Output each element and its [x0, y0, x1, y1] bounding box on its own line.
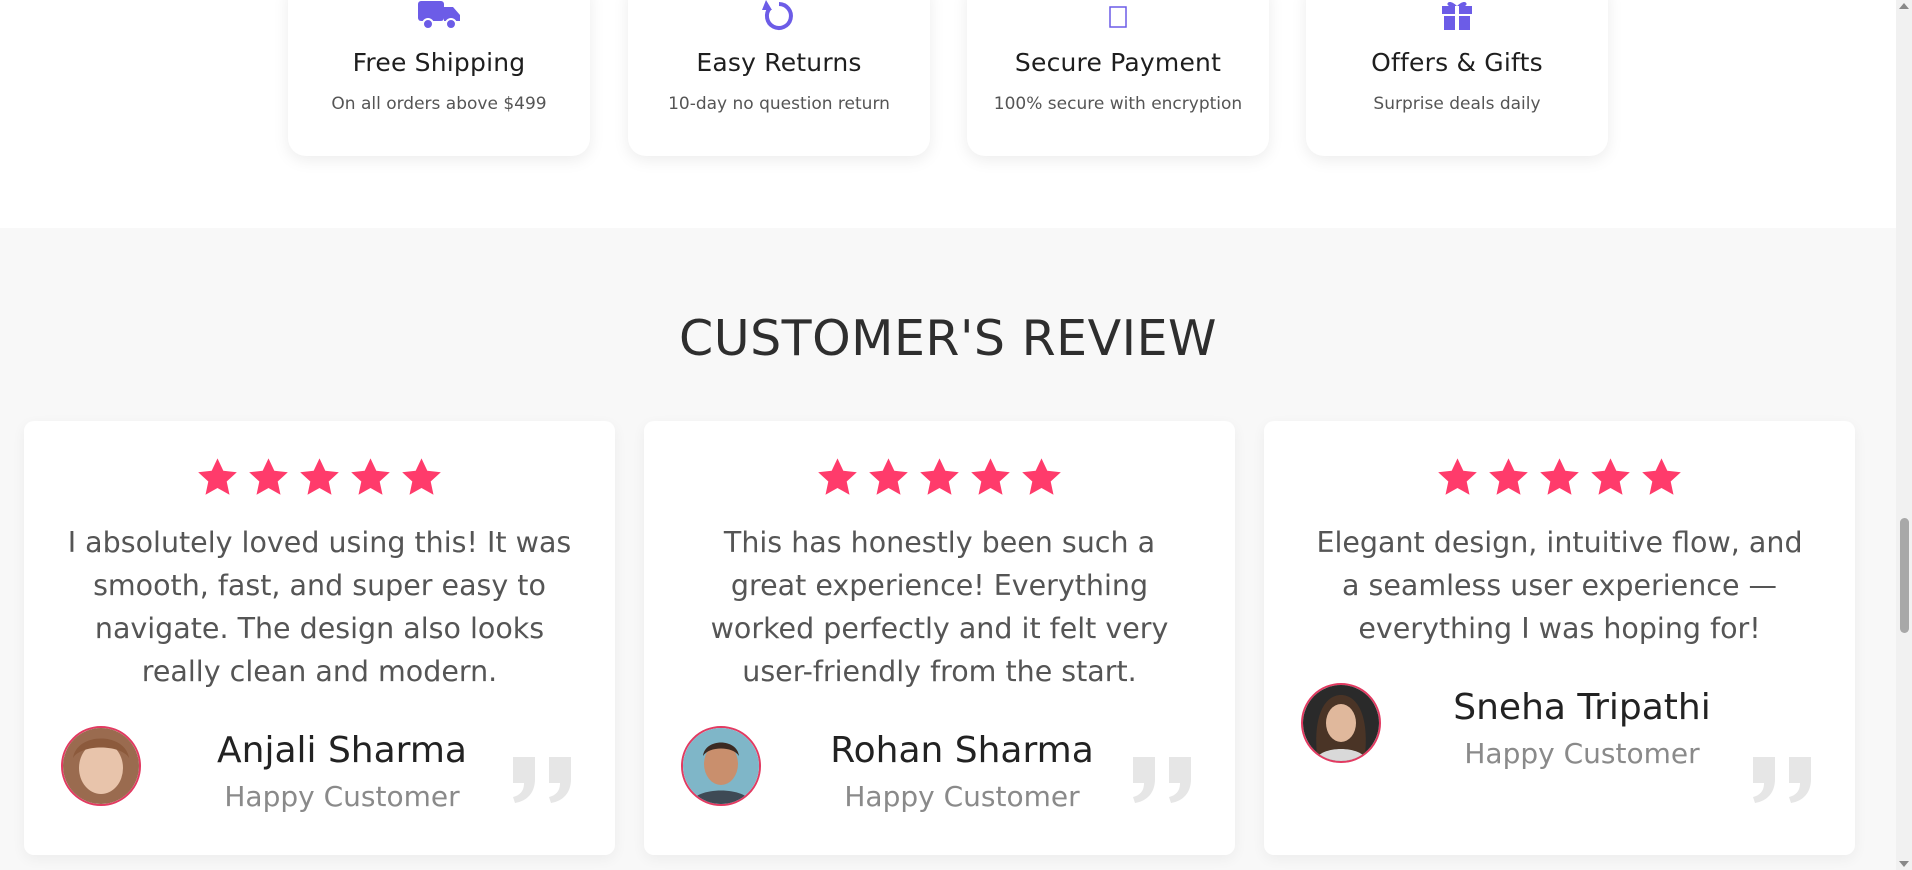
- feature-description: 10-day no question return: [668, 94, 890, 114]
- reviews-section: CUSTOMER'S REVIEW I absolutely loved usi…: [0, 228, 1896, 870]
- author-role: Happy Customer: [224, 780, 460, 813]
- star-icon: [920, 458, 959, 495]
- feature-card-free-shipping: Free Shipping On all orders above $499: [288, 0, 590, 156]
- feature-description: Surprise deals daily: [1373, 94, 1541, 114]
- scroll-up-arrow-icon[interactable]: [1899, 3, 1909, 9]
- review-text: I absolutely loved using this! It was sm…: [67, 526, 572, 688]
- quote-icon: [513, 757, 571, 803]
- star-icon: [818, 458, 857, 495]
- star-icon: [971, 458, 1010, 495]
- star-icon: [1438, 458, 1477, 495]
- author-role: Happy Customer: [844, 780, 1080, 813]
- author-role: Happy Customer: [1464, 737, 1700, 770]
- feature-title: Free Shipping: [352, 48, 526, 77]
- feature-card-secure-payment: Secure Payment 100% secure with encrypti…: [967, 0, 1269, 156]
- star-icon: [1591, 458, 1630, 495]
- star-icon: [1540, 458, 1579, 495]
- feature-card-easy-returns: Easy Returns 10-day no question return: [628, 0, 930, 156]
- star-icon: [198, 458, 237, 495]
- feature-card-offers-gifts: Offers & Gifts Surprise deals daily: [1306, 0, 1608, 156]
- star-icon: [300, 458, 339, 495]
- scroll-thumb[interactable]: [1900, 518, 1909, 633]
- return-arrow-icon: [628, 0, 930, 32]
- truck-icon: [288, 0, 590, 32]
- review-card: Elegant design, intuitive flow, and a se…: [1264, 421, 1855, 855]
- author-name: Anjali Sharma: [217, 730, 467, 771]
- avatar: [681, 726, 761, 806]
- star-icon: [869, 458, 908, 495]
- star-icon: [1022, 458, 1061, 495]
- author-name: Rohan Sharma: [830, 730, 1094, 771]
- star-icon: [402, 458, 441, 495]
- gift-icon: [1306, 0, 1608, 32]
- features-section: Free Shipping On all orders above $499 E…: [0, 0, 1896, 228]
- avatar: [1301, 683, 1381, 763]
- star-icon: [351, 458, 390, 495]
- star-icon: [1642, 458, 1681, 495]
- feature-title: Secure Payment: [1014, 48, 1222, 77]
- star-rating: [644, 455, 1235, 501]
- missing-glyph-icon: [967, 0, 1269, 32]
- feature-description: On all orders above $499: [331, 94, 547, 114]
- feature-description: 100% secure with encryption: [993, 94, 1243, 114]
- avatar: [61, 726, 141, 806]
- star-icon: [249, 458, 288, 495]
- review-text: Elegant design, intuitive flow, and a se…: [1316, 526, 1803, 645]
- star-icon: [1489, 458, 1528, 495]
- star-rating: [24, 455, 615, 501]
- review-card: I absolutely loved using this! It was sm…: [24, 421, 615, 855]
- scroll-down-arrow-icon[interactable]: [1899, 861, 1909, 867]
- star-rating: [1264, 455, 1855, 501]
- author-name: Sneha Tripathi: [1453, 687, 1711, 728]
- quote-icon: [1753, 757, 1811, 803]
- page-scrollbar[interactable]: [1896, 0, 1912, 870]
- section-title: CUSTOMER'S REVIEW: [678, 310, 1217, 367]
- feature-title: Offers & Gifts: [1371, 48, 1543, 77]
- feature-title: Easy Returns: [696, 48, 862, 77]
- quote-icon: [1133, 757, 1191, 803]
- review-text: This has honestly been such a great expe…: [710, 526, 1169, 688]
- review-card: This has honestly been such a great expe…: [644, 421, 1235, 855]
